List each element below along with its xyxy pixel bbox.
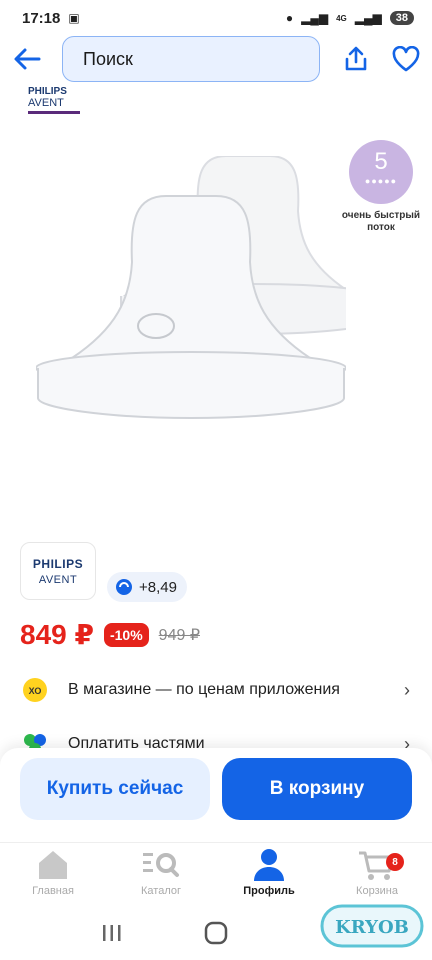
heart-icon [392,46,420,72]
bonus-pill[interactable]: +8,49 [107,572,187,602]
brand-card[interactable]: PHILIPS AVENT [20,542,96,600]
share-button[interactable] [336,36,376,82]
flow-caption: очень быстрый поток [341,210,421,233]
status-time: 17:18 [22,9,61,27]
share-icon [345,46,367,71]
price-current: 849 ₽ [20,619,94,650]
signal-icon-2: ▂▄▆ [354,11,382,25]
arrow-left-icon [14,48,41,70]
hochu-icon: ХО [23,678,47,702]
recent-apps-icon[interactable] [101,923,123,943]
search-input[interactable]: Поиск [62,36,320,82]
brand-logo-top-line2: AVENT [28,97,80,114]
flow-number: 5 [374,148,388,175]
bonus-value: +8,49 [139,578,177,596]
battery-indicator: 38 [389,11,414,25]
nav-catalog-label: Каталог [141,885,181,897]
location-icon: ● [285,11,294,25]
svg-text:ХО: ХО [29,686,42,696]
watermark-text: KRYOB [335,917,409,938]
brand-card-line2: AVENT [38,573,78,586]
bottom-nav: Главная Каталог Профиль 8 Корзина [0,842,432,906]
flow-dots-icon: ●●●●● [364,176,398,186]
profile-icon [254,849,284,881]
nav-cart-label: Корзина [356,885,398,897]
favorite-button[interactable] [384,36,428,82]
add-to-cart-button[interactable]: В корзину [222,758,412,820]
discount-badge: -10% [103,622,149,647]
product-image[interactable]: PHILIPS AVENT 5 ●●●●● очень быстрый пото… [0,86,432,526]
nav-profile-label: Профиль [243,885,295,897]
status-bar: 17:18 ▣ ● ▂▄▆ 4G ▂▄▆ 38 [0,0,432,36]
nav-catalog[interactable]: Каталог [116,847,206,905]
catalog-search-icon [143,853,179,877]
screenshot-icon: ▣ [68,11,80,25]
action-bar: Купить сейчас В корзину [0,748,432,842]
nav-cart[interactable]: 8 Корзина [332,847,422,905]
brand-logo-top: PHILIPS AVENT [24,86,80,120]
nipple-illustration [36,156,346,420]
nav-profile[interactable]: Профиль [224,847,314,905]
in-store-label: В магазине — по ценам приложения [68,681,340,698]
watermark-logo: KRYOB [320,904,424,948]
in-store-row[interactable]: ХО В магазине — по ценам приложения › [0,670,432,710]
home-icon [39,851,67,879]
top-bar: Поиск [0,32,432,86]
price-old: 949 ₽ [158,626,200,644]
search-placeholder: Поиск [83,48,133,69]
cart-count-badge: 8 [386,853,404,871]
price-row: 849 ₽ -10% 949 ₽ [20,618,200,651]
buy-now-button[interactable]: Купить сейчас [20,758,210,820]
brand-card-line1: PHILIPS [32,556,84,571]
flow-badge: 5 ●●●●● [349,140,413,204]
signal-icon: ▂▄▆ [301,11,329,25]
home-system-icon[interactable] [204,921,228,945]
nav-home[interactable]: Главная [8,847,98,905]
chevron-right-icon: › [404,679,410,700]
network-type: 4G [336,13,347,23]
status-right: ● ▂▄▆ 4G ▂▄▆ 38 [286,11,414,25]
brand-logo-top-line1: PHILIPS [28,86,67,97]
back-button[interactable] [2,34,52,84]
nav-home-label: Главная [32,885,74,897]
bonus-icon [116,579,132,595]
